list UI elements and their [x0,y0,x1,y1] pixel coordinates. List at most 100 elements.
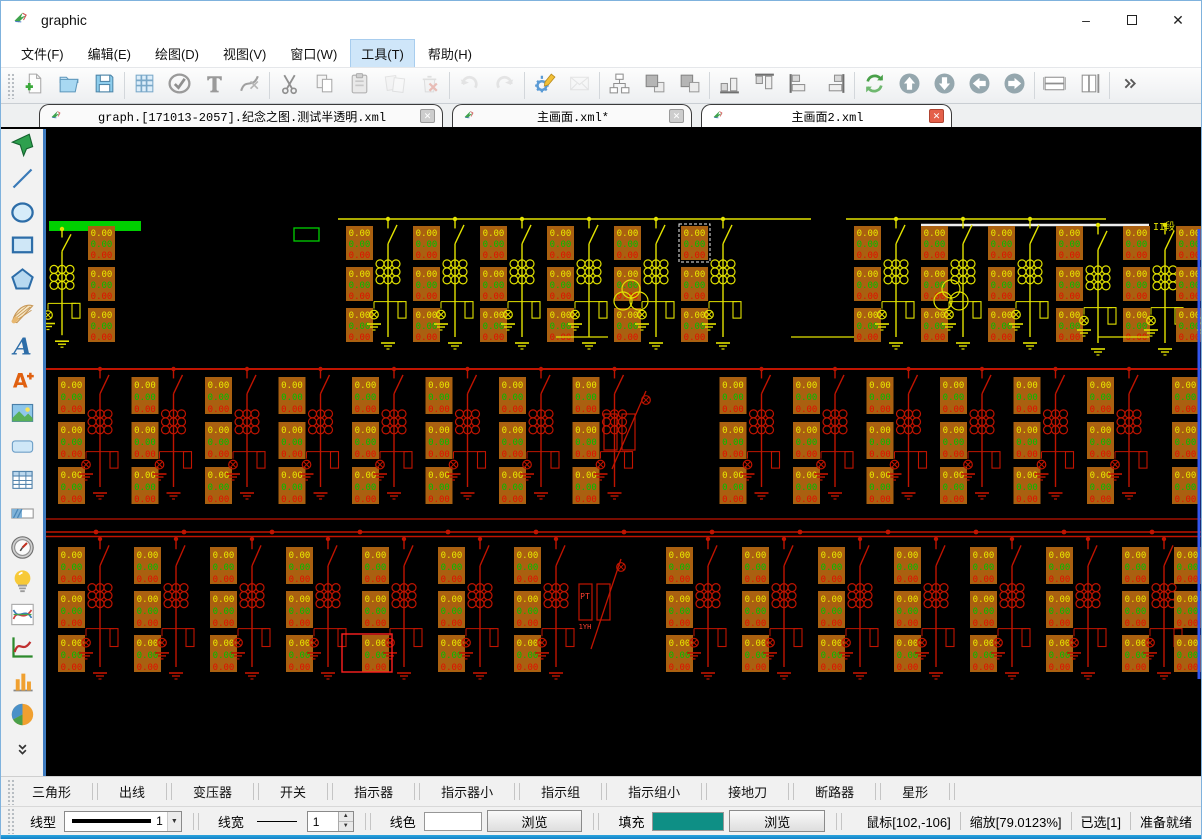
tool-trend-chart[interactable] [4,634,40,668]
tool-clock-gauge[interactable] [4,533,40,567]
maximize-button[interactable] [1109,1,1155,39]
fill-color-swatch[interactable] [652,812,724,831]
tool-line[interactable] [4,165,40,199]
shape-button-indicator-group-small[interactable]: 指示组小 [613,778,695,805]
refresh-button[interactable] [857,70,892,101]
svg-text:0.00: 0.00 [134,438,156,448]
curve-edit-button[interactable] [232,70,267,101]
tool-button[interactable] [4,433,40,467]
propbar-drag-handle[interactable] [7,808,14,834]
align-right-button[interactable] [817,70,852,101]
tool-pie-chart[interactable] [4,701,40,735]
line-type-select[interactable]: 1 ▼ [64,811,182,832]
document-tab-2[interactable]: 主画面.xml*✕ [452,104,692,127]
shape-button-outgoing-line[interactable]: 出线 [104,778,160,805]
settings-gear-button[interactable] [527,70,562,101]
svg-text:0.00: 0.00 [857,281,879,291]
tool-text-plus[interactable]: A [4,366,40,400]
split-rows-button[interactable] [1037,70,1072,101]
toolbar-separator [449,72,450,99]
shape-button-ground-knife[interactable]: 接地刀 [713,778,782,805]
move-down-button[interactable] [927,70,962,101]
menu-item-tools[interactable]: 工具(T) [351,40,414,67]
cut-button[interactable] [272,70,307,101]
spin-down-arrow[interactable]: ▼ [339,822,353,831]
svg-text:0.00: 0.00 [1126,333,1148,343]
menu-item-draw[interactable]: 绘图(D) [145,40,209,67]
align-top-button[interactable] [747,70,782,101]
grid-settings-button[interactable] [127,70,162,101]
tool-arc-fan[interactable] [4,299,40,333]
shape-button-indicator[interactable]: 指示器 [339,778,408,805]
open-file-button[interactable] [52,70,87,101]
move-up-button[interactable] [892,70,927,101]
tool-image[interactable] [4,399,40,433]
menu-item-file[interactable]: 文件(F) [11,40,74,67]
svg-text:PT: PT [580,592,590,601]
validate-check-button[interactable] [162,70,197,101]
fill-browse-button[interactable]: 浏览 [729,810,825,832]
close-button[interactable]: ✕ [1155,1,1201,39]
tool-rectangle[interactable] [4,232,40,266]
align-bottom-button[interactable] [712,70,747,101]
new-file-button[interactable] [17,70,52,101]
menu-item-help[interactable]: 帮助(H) [418,40,482,67]
copy-button[interactable] [307,70,342,101]
svg-text:0.00: 0.00 [61,563,83,573]
document-tab-3[interactable]: 主画面2.xml✕ [701,104,952,127]
shape-button-triangle[interactable]: 三角形 [17,778,86,805]
document-tab-1[interactable]: graph.[171013-2057].纪念之图.测试半透明.xml✕ [39,104,443,127]
paste-button[interactable] [342,70,377,101]
move-right-button[interactable] [997,70,1032,101]
svg-text:0.00: 0.00 [1059,333,1081,343]
shape-button-indicator-group[interactable]: 指示组 [526,778,595,805]
spin-up-arrow[interactable]: ▲ [339,812,353,822]
tab-close-button[interactable]: ✕ [929,109,944,123]
drawing-canvas[interactable]: II段0.000.000.000.000.000.000.000.000.000… [46,129,1201,776]
tool-text[interactable]: A [4,332,40,366]
tool-indicator-bulb[interactable] [4,567,40,601]
tool-curve-chart[interactable] [4,600,40,634]
shape-button-switch[interactable]: 开关 [265,778,321,805]
svg-text:0.00: 0.00 [208,393,230,403]
menu-item-view[interactable]: 视图(V) [213,40,276,67]
menu-item-edit[interactable]: 编辑(E) [78,40,141,67]
move-left-button[interactable] [962,70,997,101]
tab-close-button[interactable]: ✕ [420,109,435,123]
tab-close-button[interactable]: ✕ [669,109,684,123]
svg-text:0.00: 0.00 [61,575,83,585]
line-type-dropdown-arrow[interactable]: ▼ [167,812,181,831]
line-color-swatch[interactable] [424,812,482,831]
topology-tree-button[interactable] [602,70,637,101]
split-columns-button[interactable] [1072,70,1107,101]
toolbar-drag-handle[interactable] [7,73,14,99]
tool-progress-bar[interactable] [4,500,40,534]
svg-text:0.00: 0.00 [575,495,597,505]
tool-polygon[interactable] [4,265,40,299]
menu-item-window[interactable]: 窗口(W) [280,40,347,67]
tool-table[interactable] [4,466,40,500]
send-to-back-button[interactable] [672,70,707,101]
image-icon [9,400,36,432]
line-width-spinner[interactable]: 1 ▲ ▼ [307,811,354,832]
save-file-button[interactable] [87,70,122,101]
line-color-browse-button[interactable]: 浏览 [487,810,583,832]
shape-button-breaker[interactable]: 断路器 [800,778,869,805]
shapebar-drag-handle[interactable] [7,779,14,805]
svg-text:0.00: 0.00 [91,270,113,280]
tool-bar-chart[interactable] [4,667,40,701]
tool-palette-more[interactable] [4,734,40,768]
svg-text:0.00: 0.00 [428,393,450,403]
bring-to-front-button[interactable] [637,70,672,101]
align-left-button[interactable] [782,70,817,101]
trend-chart-icon [9,634,36,666]
minimize-button[interactable]: – [1063,1,1109,39]
text-tool-button[interactable] [197,70,232,101]
shape-button-transformer[interactable]: 变压器 [178,778,247,805]
tool-ellipse[interactable] [4,198,40,232]
button-icon [9,433,36,465]
toolbar-overflow-button[interactable] [1112,70,1147,101]
shape-button-indicator-small[interactable]: 指示器小 [426,778,508,805]
shape-button-star[interactable]: 星形 [887,778,943,805]
tool-select[interactable] [4,131,40,165]
